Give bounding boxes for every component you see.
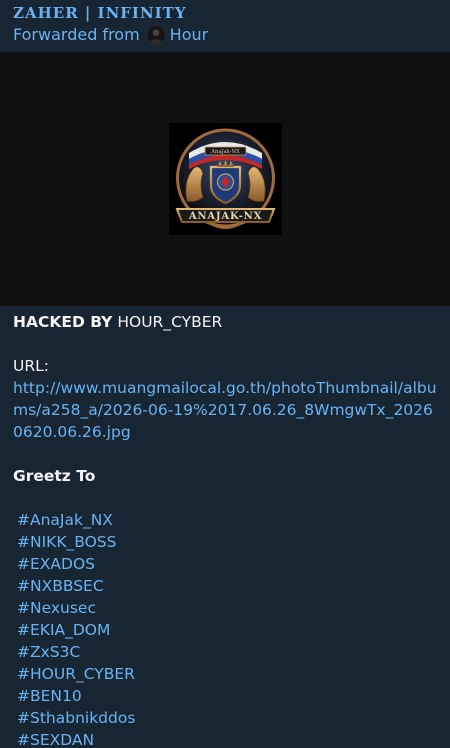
hashtag-link[interactable]: #BEN10 bbox=[13, 685, 437, 707]
hashtag-link[interactable]: #SEXDAN bbox=[13, 729, 437, 748]
message-text: HACKED BY HOUR_CYBER URL: http://www.mua… bbox=[0, 306, 450, 748]
logo-banner-text: ANAJAK-NX bbox=[188, 211, 262, 222]
anajak-logo-image: AnaJak-NX ANAJAK-NX bbox=[169, 123, 282, 235]
forwarded-avatar[interactable] bbox=[145, 25, 166, 45]
hashtag-link[interactable]: #NIKK_BOSS bbox=[13, 531, 437, 553]
message-header: ZAHER | INFINITY Forwarded from Hour bbox=[0, 0, 450, 52]
channel-name[interactable]: ZAHER | INFINITY bbox=[13, 3, 437, 23]
hacked-by-line: HACKED BY HOUR_CYBER bbox=[13, 311, 437, 333]
hashtag-link[interactable]: #Nexusec bbox=[13, 597, 437, 619]
message-bubble: ZAHER | INFINITY Forwarded from Hour Ana… bbox=[0, 0, 450, 748]
hacked-by-value: HOUR_CYBER bbox=[117, 313, 223, 331]
emblem-icon: AnaJak-NX ANAJAK-NX bbox=[169, 123, 282, 235]
hashtag-list: #AnaJak_NX #NIKK_BOSS #EXADOS #NXBBSEC #… bbox=[13, 509, 437, 748]
hashtag-link[interactable]: #AnaJak_NX bbox=[13, 509, 437, 531]
hashtag-link[interactable]: #HOUR_CYBER bbox=[13, 663, 437, 685]
hashtag-link[interactable]: #ZxS3C bbox=[13, 641, 437, 663]
url-label: URL: bbox=[13, 357, 49, 375]
hashtag-link[interactable]: #EKIA_DOM bbox=[13, 619, 437, 641]
hashtag-link[interactable]: #Sthabnikddos bbox=[13, 707, 437, 729]
forwarded-prefix: Forwarded from bbox=[13, 25, 140, 44]
logo-small-text: AnaJak-NX bbox=[210, 149, 240, 155]
media-photo[interactable]: AnaJak-NX ANAJAK-NX bbox=[0, 52, 450, 306]
hacked-by-label: HACKED BY bbox=[13, 313, 113, 331]
forwarded-from[interactable]: Forwarded from Hour bbox=[13, 24, 437, 46]
url-link[interactable]: http://www.muangmailocal.go.th/photoThum… bbox=[13, 377, 437, 443]
forwarded-source[interactable]: Hour bbox=[170, 24, 209, 46]
hashtag-link[interactable]: #NXBBSEC bbox=[13, 575, 437, 597]
hashtag-link[interactable]: #EXADOS bbox=[13, 553, 437, 575]
greetz-label: Greetz To bbox=[13, 467, 96, 485]
